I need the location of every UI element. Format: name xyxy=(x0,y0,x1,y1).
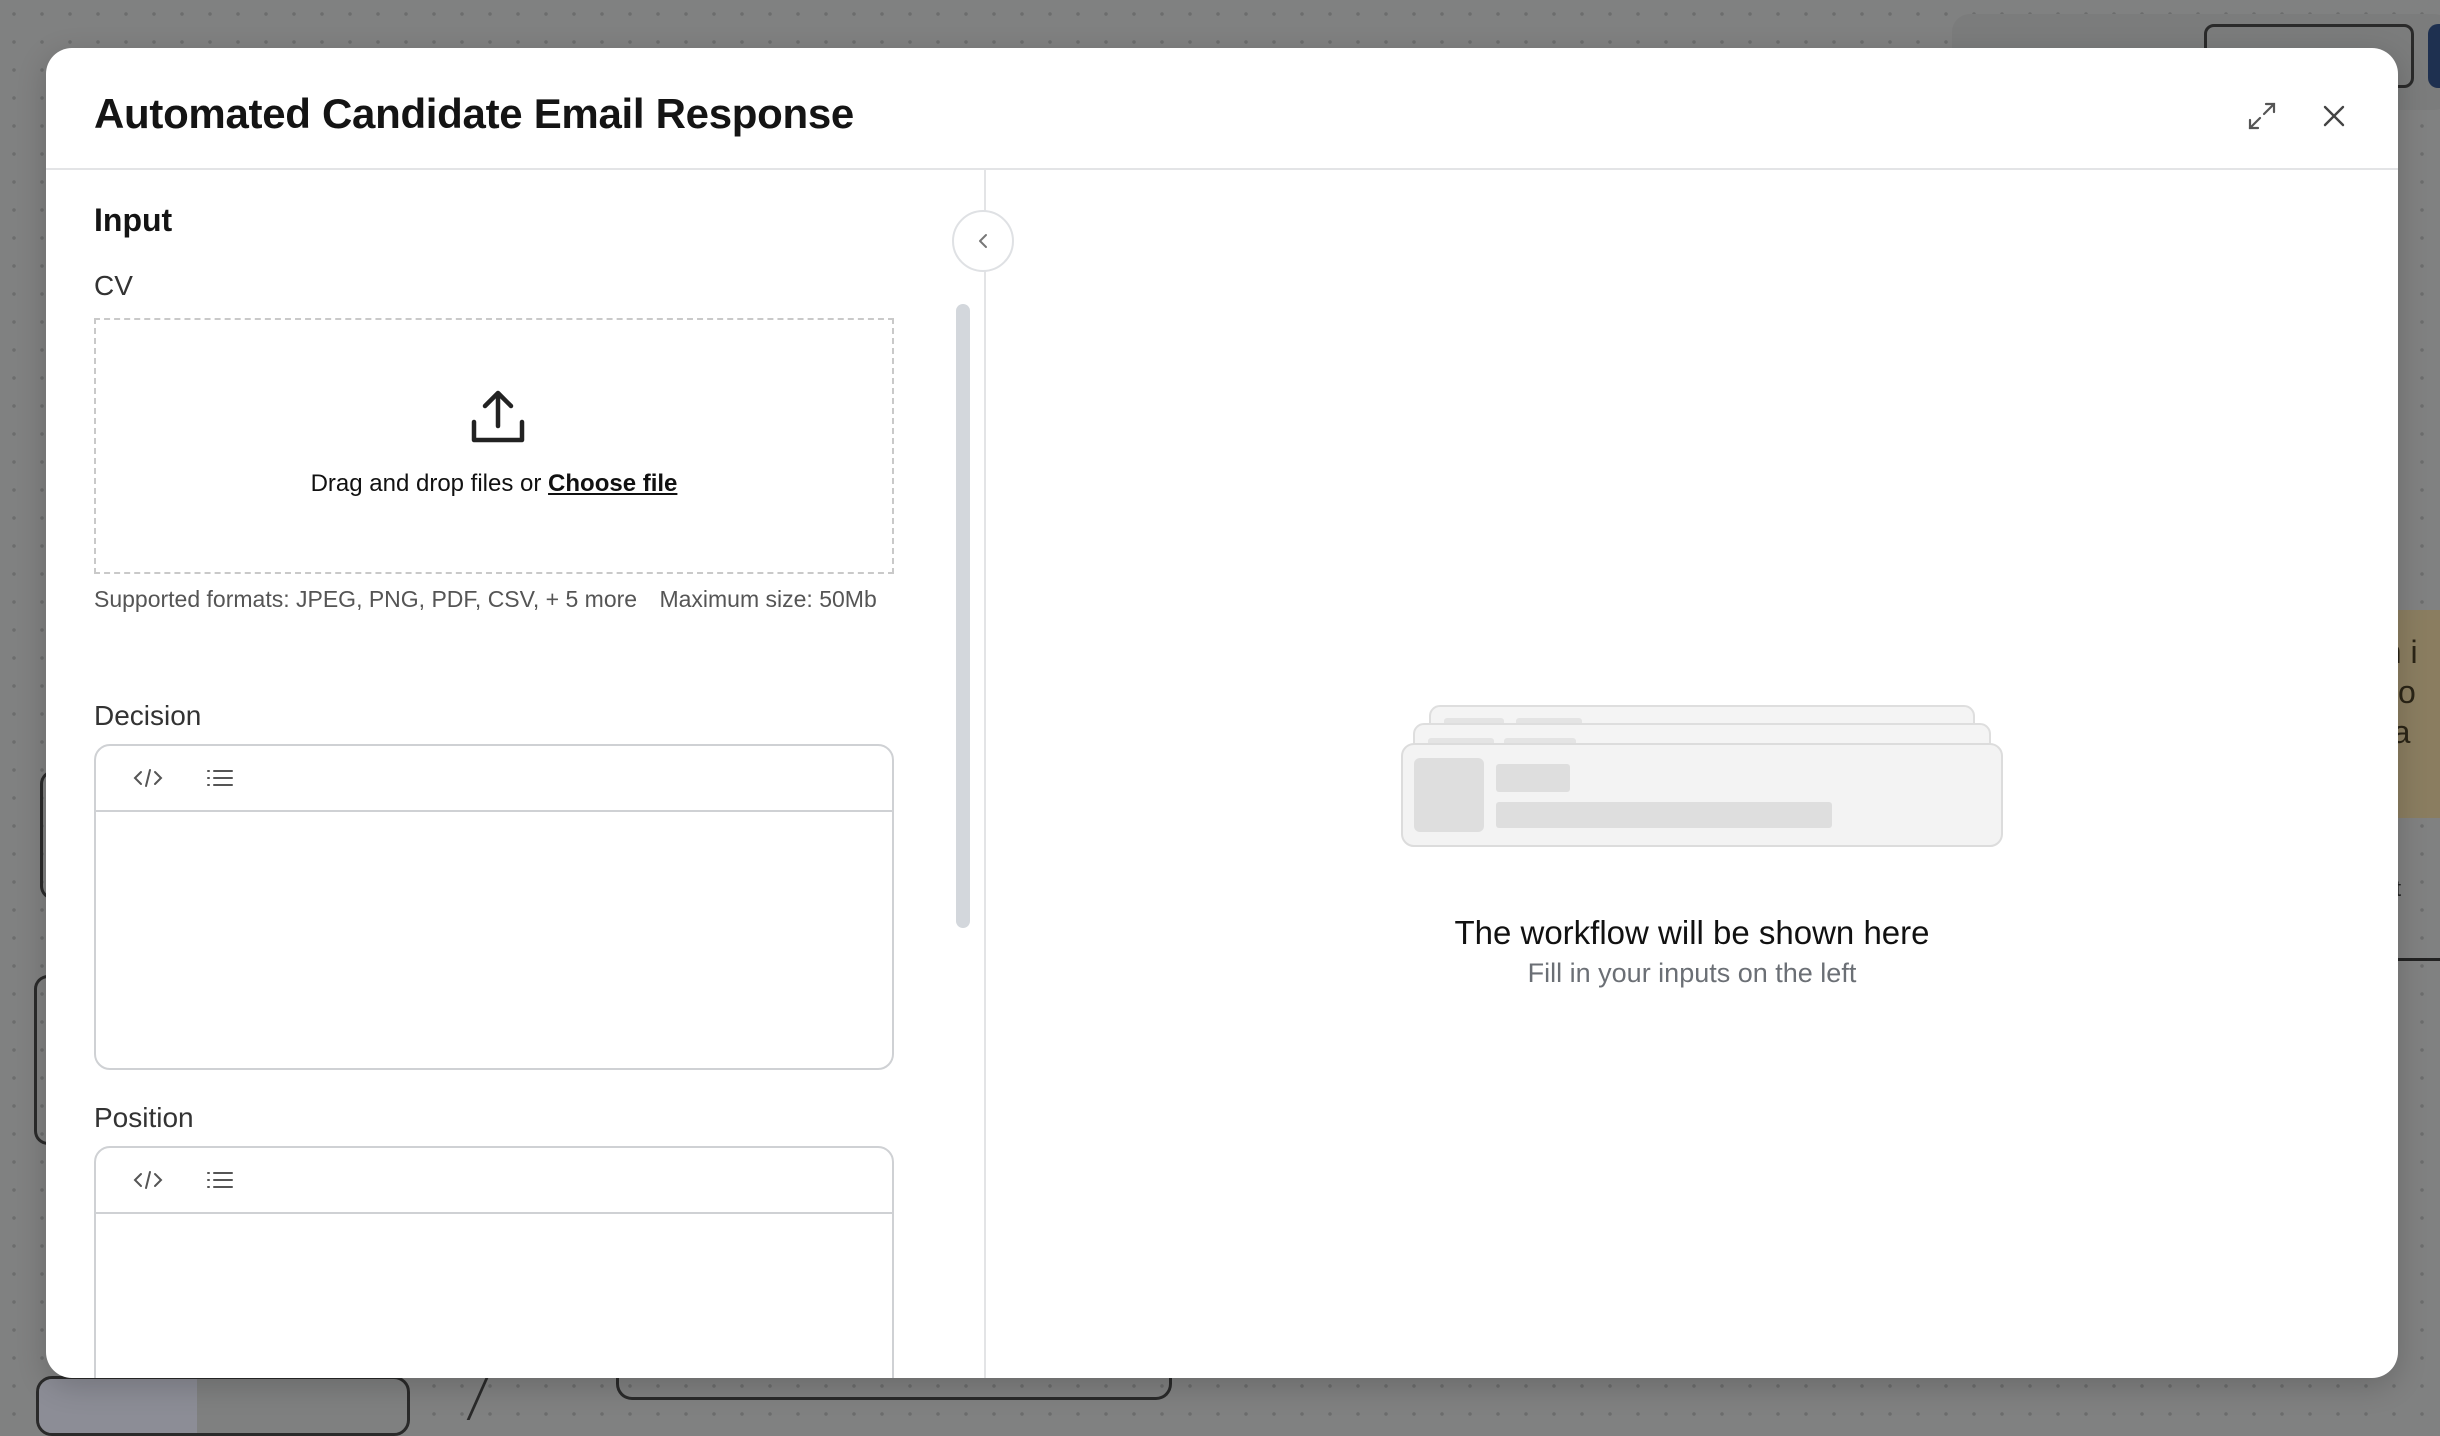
background-primary-button xyxy=(2428,24,2440,88)
input-panel: Input CV Drag and drop files or Choose f… xyxy=(46,170,984,1378)
choose-file-link[interactable]: Choose file xyxy=(548,470,677,497)
input-panel-scrollbar[interactable] xyxy=(956,304,970,928)
workflow-empty-subtitle: Fill in your inputs on the left xyxy=(1527,958,1857,988)
modal-header: Automated Candidate Email Response xyxy=(46,48,2398,170)
workflow-placeholder-illustration xyxy=(1401,705,2003,847)
background-connector xyxy=(2396,958,2440,961)
drop-text: Drag and drop files or Choose file xyxy=(96,470,892,498)
workflow-modal: Automated Candidate Email Response Input… xyxy=(46,48,2398,1378)
close-button[interactable] xyxy=(2314,96,2354,136)
upload-requirements: Supported formats: JPEG, PNG, PDF, CSV, … xyxy=(94,586,877,613)
code-icon xyxy=(133,769,163,787)
modal-title: Automated Candidate Email Response xyxy=(94,90,854,137)
list-view-button[interactable] xyxy=(204,1166,236,1194)
position-label: Position xyxy=(94,1102,194,1133)
cv-dropzone[interactable]: Drag and drop files or Choose file xyxy=(94,318,894,574)
cv-label: CV xyxy=(94,270,133,301)
position-editor-toolbar xyxy=(96,1148,892,1214)
workflow-panel: The workflow will be shown here Fill in … xyxy=(986,170,2398,1378)
max-size: Maximum size: 50Mb xyxy=(659,586,877,612)
expand-icon xyxy=(2248,102,2276,130)
close-icon xyxy=(2323,105,2345,127)
decision-label: Decision xyxy=(94,700,202,731)
background-node xyxy=(36,1376,410,1436)
code-icon xyxy=(133,1171,163,1189)
decision-input[interactable] xyxy=(96,812,892,1068)
decision-editor-toolbar xyxy=(96,746,892,812)
upload-icon xyxy=(471,390,525,443)
list-icon xyxy=(207,770,233,786)
list-icon xyxy=(207,1172,233,1188)
code-view-button[interactable] xyxy=(132,1166,164,1194)
input-section-title: Input xyxy=(94,202,173,238)
position-input[interactable] xyxy=(96,1214,892,1378)
code-view-button[interactable] xyxy=(132,764,164,792)
supported-formats: Supported formats: JPEG, PNG, PDF, CSV, … xyxy=(94,586,638,612)
decision-editor[interactable] xyxy=(94,744,894,1070)
expand-button[interactable] xyxy=(2242,96,2282,136)
workflow-empty-title: The workflow will be shown here xyxy=(1454,914,1930,951)
list-view-button[interactable] xyxy=(204,764,236,792)
position-editor[interactable] xyxy=(94,1146,894,1378)
drop-instructions: Drag and drop files or xyxy=(310,470,542,497)
